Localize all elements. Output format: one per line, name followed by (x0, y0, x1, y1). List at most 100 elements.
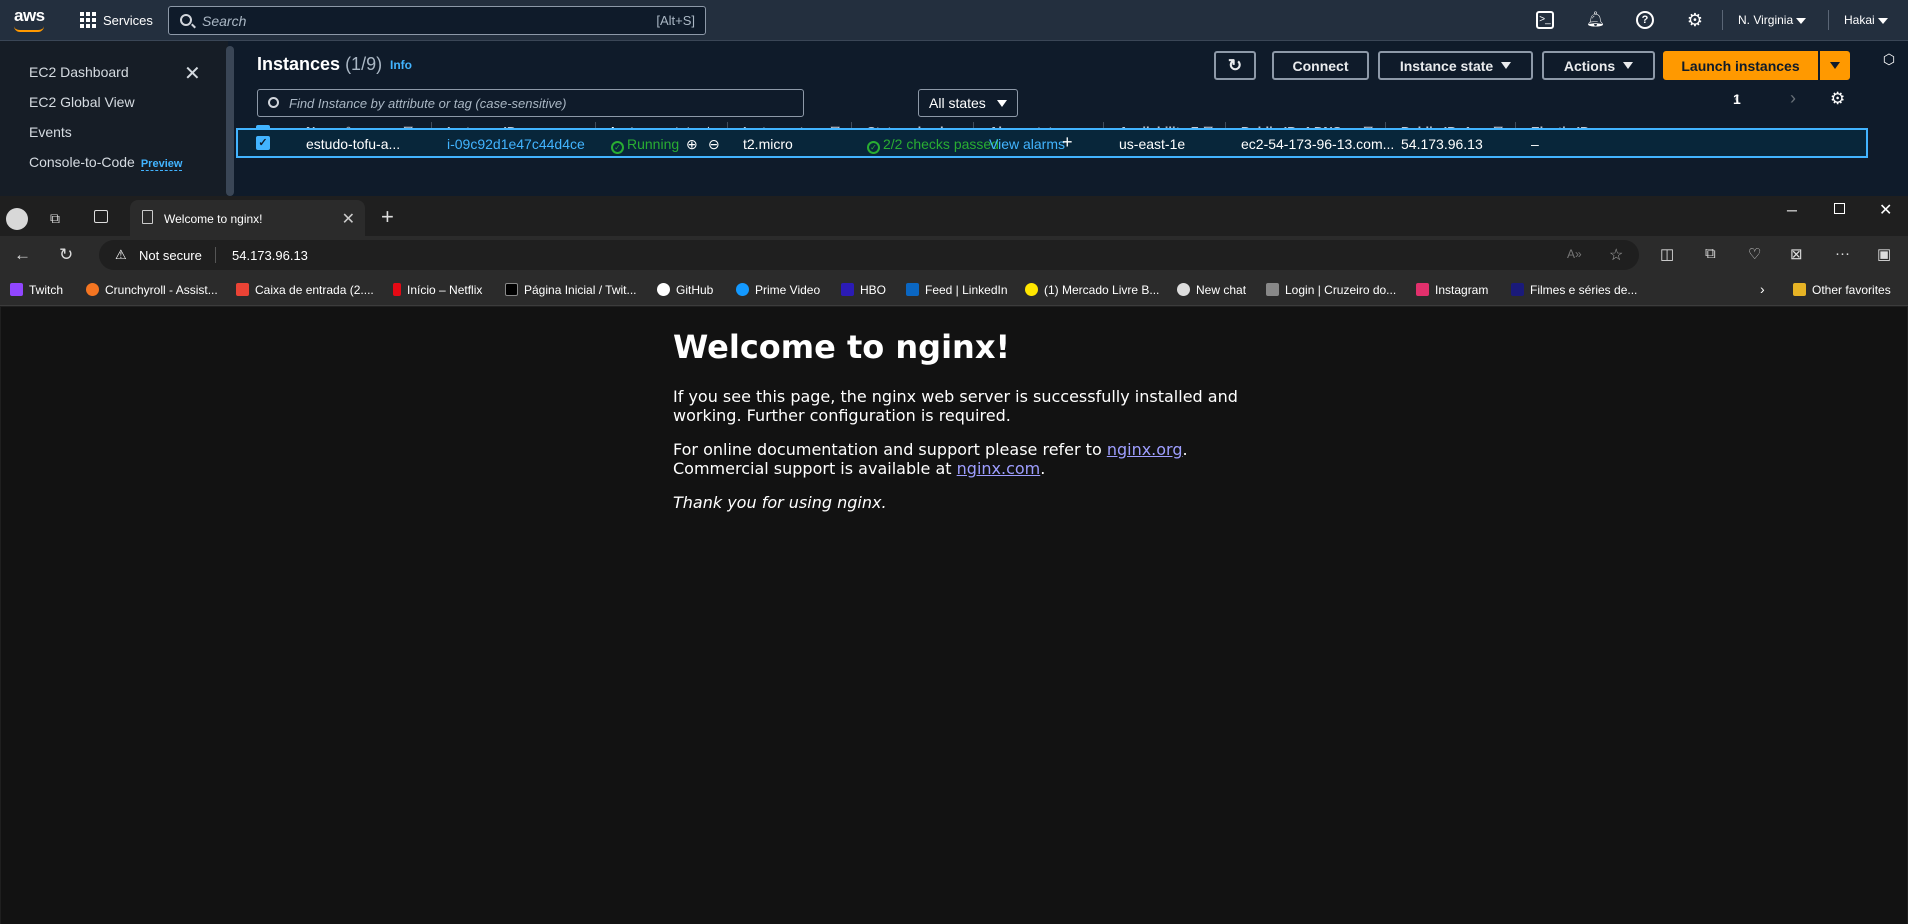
help-icon[interactable]: ? (1636, 11, 1654, 29)
bookmark-twitch[interactable]: Twitch (10, 283, 63, 297)
nginx-thanks: Thank you for using nginx. (673, 493, 887, 512)
navigation-bar: ← ↻ ⚠ Not secure 54.173.96.13 A» ☆ ◫ ⧉ ♡… (0, 236, 1908, 276)
bookmark-label: New chat (1196, 283, 1247, 297)
profile-avatar[interactable] (6, 208, 28, 230)
bookmark-mercado-livre[interactable]: (1) Mercado Livre B... (1025, 283, 1159, 297)
url-text[interactable]: 54.173.96.13 (232, 248, 308, 263)
info-link[interactable]: Info (390, 58, 412, 72)
bookmark-netflix[interactable]: Início – Netflix (393, 283, 482, 297)
state-filter-select[interactable]: All states (918, 89, 1018, 117)
console-to-code-label: Console-to-Code (29, 154, 135, 170)
launch-dropdown-button[interactable] (1820, 51, 1850, 80)
nginx-welcome-page: Welcome to nginx! If you see this page, … (1, 307, 1907, 924)
sidebar-item-events[interactable]: Events (29, 124, 72, 140)
address-bar[interactable]: ⚠ Not secure 54.173.96.13 A» ☆ (99, 240, 1639, 270)
cloudshell-icon[interactable]: >_ (1536, 11, 1554, 29)
services-label: Services (103, 12, 153, 28)
browser-essentials-icon[interactable]: ♡ (1748, 245, 1761, 263)
favorite-star-icon[interactable]: ☆ (1609, 245, 1623, 265)
account-label: Hakai (1844, 13, 1875, 27)
read-aloud-icon[interactable]: A» (1567, 247, 1582, 261)
bookmark-label: (1) Mercado Livre B... (1044, 283, 1160, 297)
bookmark-label: Filmes e séries de... (1530, 283, 1638, 297)
notifications-bell-icon[interactable]: 🔔︎ (1586, 11, 1605, 29)
aws-logo[interactable]: aws (14, 6, 45, 32)
not-secure-label[interactable]: Not secure (139, 248, 202, 263)
close-tab-icon[interactable]: ✕ (342, 209, 355, 229)
warning-icon[interactable]: ⚠ (115, 247, 127, 263)
search-icon (268, 97, 279, 108)
bookmark-github[interactable]: GitHub (657, 283, 713, 297)
maximize-icon[interactable] (1834, 203, 1845, 214)
bookmark-linkedin[interactable]: Feed | LinkedIn (906, 283, 1008, 297)
more-bookmarks-chevron-icon[interactable]: › (1760, 281, 1765, 297)
bookmark-filmes-series[interactable]: Filmes e séries de... (1511, 283, 1637, 297)
hexagon-icon[interactable]: ⬡ (1880, 50, 1898, 68)
bookmark-label: Prime Video (755, 283, 821, 297)
bookmark-new-chat[interactable]: New chat (1177, 283, 1246, 297)
nginx-docs-text: For online documentation and support ple… (673, 440, 1107, 459)
mercado-livre-icon (1025, 283, 1038, 296)
instance-state-button[interactable]: Instance state (1378, 51, 1533, 80)
bookmark-gmail[interactable]: Caixa de entrada (2.... (236, 283, 374, 297)
reload-icon[interactable]: ↻ (59, 245, 73, 265)
chatgpt-icon (1177, 283, 1190, 296)
aws-logo-text: aws (14, 6, 45, 25)
other-favorites-folder[interactable]: Other favorites (1793, 283, 1891, 297)
back-icon[interactable]: ← (14, 245, 31, 265)
other-favorites-label: Other favorites (1812, 283, 1891, 297)
bookmark-cruzeiro[interactable]: Login | Cruzeiro do... (1266, 283, 1396, 297)
nginx-paragraph-1-line-2: working. Further configuration is requir… (673, 406, 1011, 425)
nginx-org-link[interactable]: nginx.org (1107, 440, 1183, 459)
workspaces-icon[interactable]: ⧉ (50, 210, 60, 227)
linkedin-icon (906, 283, 919, 296)
region-selector[interactable]: N. Virginia (1738, 13, 1807, 27)
settings-gear-icon[interactable]: ⚙ (1686, 11, 1704, 29)
refresh-button[interactable]: ↻ (1214, 51, 1256, 80)
table-settings-gear-icon[interactable]: ⚙ (1830, 89, 1845, 109)
netflix-icon (393, 283, 401, 296)
tab-actions-icon[interactable] (94, 210, 108, 223)
screenshot-icon[interactable]: ⊠ (1790, 245, 1803, 263)
bookmark-prime-video[interactable]: Prime Video (736, 283, 820, 297)
connect-button[interactable]: Connect (1272, 51, 1369, 80)
aws-search-input[interactable]: Search [Alt+S] (168, 6, 706, 35)
sidebar-scrollbar[interactable] (226, 46, 234, 196)
sidebar-toggle-icon[interactable]: ▣ (1877, 245, 1891, 263)
close-icon[interactable]: ✕ (184, 61, 201, 86)
more-options-icon[interactable]: ··· (1835, 245, 1850, 262)
split-screen-icon[interactable]: ◫ (1660, 245, 1674, 263)
services-menu-button[interactable]: Services (80, 12, 153, 28)
chevron-right-icon[interactable]: › (1790, 88, 1796, 109)
collections-icon[interactable]: ⧉ (1705, 245, 1716, 262)
account-menu[interactable]: Hakai (1844, 13, 1889, 27)
sidebar-item-console-to-code[interactable]: Console-to-Code Preview (29, 154, 183, 171)
new-tab-icon[interactable]: + (381, 204, 394, 230)
search-placeholder: Search (202, 13, 247, 29)
tab-welcome-to-nginx[interactable]: Welcome to nginx! ✕ (130, 200, 365, 236)
actions-button[interactable]: Actions (1542, 51, 1655, 80)
bookmark-twitter[interactable]: Página Inicial / Twit... (505, 283, 637, 297)
instance-filter-input[interactable]: Find Instance by attribute or tag (case-… (257, 89, 804, 117)
nginx-heading: Welcome to nginx! (673, 328, 1011, 366)
bookmark-crunchyroll[interactable]: Crunchyroll - Assist... (86, 283, 218, 297)
bookmark-instagram[interactable]: Instagram (1416, 283, 1488, 297)
launch-instances-button[interactable]: Launch instances (1663, 51, 1818, 80)
sidebar-item-ec2-dashboard[interactable]: EC2 Dashboard (29, 64, 129, 80)
nginx-support-text: Commercial support is available at (673, 459, 957, 478)
favorites-bar: Twitch Crunchyroll - Assist... Caixa de … (0, 276, 1908, 306)
grid-icon (80, 12, 96, 28)
caret-down-icon (1623, 62, 1634, 69)
sidebar-item-ec2-global-view[interactable]: EC2 Global View (29, 94, 135, 110)
nginx-support-period: . (1040, 459, 1046, 478)
actions-label: Actions (1563, 57, 1616, 74)
nginx-com-link[interactable]: nginx.com (957, 459, 1041, 478)
caret-down-icon (997, 99, 1007, 107)
page-icon (142, 210, 153, 224)
close-window-icon[interactable]: ✕ (1879, 200, 1892, 220)
ec2-sidebar: EC2 Dashboard EC2 Global View Events Con… (0, 41, 228, 196)
minimize-icon[interactable]: ─ (1787, 202, 1797, 218)
bookmark-hbo[interactable]: HBO (841, 283, 886, 297)
edge-browser-window: ⧉ Welcome to nginx! ✕ + ─ ✕ ← ↻ ⚠ Not se… (0, 196, 1908, 924)
chevron-left-icon[interactable]: ‹ (1734, 88, 1740, 109)
